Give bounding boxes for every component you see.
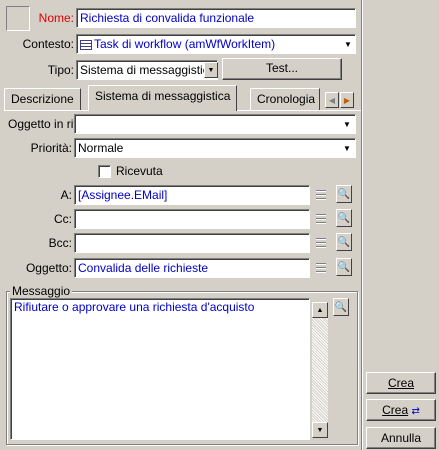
context-dropdown-arrow[interactable]: ▼ <box>342 36 354 52</box>
priority-dropdown[interactable]: Normale <box>74 138 356 158</box>
magnifier-icon: 🔍 <box>337 236 351 248</box>
record-icon-box <box>6 6 30 31</box>
cc-lookup-button[interactable]: 🔍 <box>336 209 352 227</box>
magnifier-icon: 🔍 <box>337 188 351 200</box>
message-textarea[interactable]: Rifiutare o approvare una richiesta d'ac… <box>10 298 310 440</box>
message-lookup-button[interactable]: 🔍 <box>333 298 349 316</box>
subject-field[interactable]: Convalida delle richieste <box>74 258 310 278</box>
cc-field[interactable] <box>74 209 310 229</box>
name-field[interactable]: Richiesta di convalida funzionale <box>76 8 356 28</box>
cancel-button[interactable]: Annulla <box>366 427 436 449</box>
bcc-label: Bcc: <box>48 236 72 250</box>
subject-label: Oggetto: <box>25 261 72 275</box>
to-field[interactable]: [Assignee.EMail] <box>74 185 310 205</box>
ref-object-label: Oggetto in rif.: <box>8 117 84 131</box>
tab-scroll-right-button[interactable]: ▶ <box>340 92 354 108</box>
cc-label: Cc: <box>54 212 72 226</box>
wizard-icon: ⇄ <box>411 406 420 417</box>
message-scroll-down-button[interactable]: ▼ <box>312 422 328 438</box>
action-button-panel: Crea Crea ⇄ Annulla <box>362 0 439 450</box>
main-panel: Nome: Richiesta di convalida funzionale … <box>0 0 362 450</box>
bcc-spinner[interactable] <box>314 234 328 252</box>
test-button[interactable]: Test... <box>222 58 342 80</box>
magnifier-icon: 🔍 <box>337 261 351 273</box>
bcc-lookup-button[interactable]: 🔍 <box>336 233 352 251</box>
context-dropdown[interactable]: Task di workflow (amWfWorkItem) <box>76 34 356 54</box>
context-label: Contesto: <box>22 37 74 51</box>
ref-object-dropdown[interactable] <box>74 114 356 134</box>
cc-spinner[interactable] <box>314 210 328 228</box>
create-button[interactable]: Crea <box>366 372 436 394</box>
message-scroll-up-button[interactable]: ▲ <box>312 302 328 318</box>
tab-sistema-di-messaggistica[interactable]: Sistema di messaggistica <box>88 85 238 111</box>
tab-descrizione[interactable]: Descrizione <box>4 88 81 110</box>
ref-object-dropdown-arrow[interactable]: ▼ <box>341 116 353 132</box>
receipt-label: Ricevuta <box>116 164 163 178</box>
workflow-action-window: Nome: Richiesta di convalida funzionale … <box>0 0 439 450</box>
message-scrollbar-track[interactable] <box>312 318 328 422</box>
message-group-title: Messaggio <box>10 284 73 298</box>
type-label: Tipo: <box>47 63 74 77</box>
name-label: Nome: <box>38 11 74 25</box>
magnifier-icon: 🔍 <box>334 301 348 313</box>
table-icon <box>80 39 92 50</box>
to-spinner[interactable] <box>314 186 328 204</box>
priority-dropdown-arrow[interactable]: ▼ <box>341 140 353 156</box>
create-wizard-button[interactable]: Crea ⇄ <box>366 399 436 421</box>
priority-label: Priorità: <box>30 141 72 155</box>
type-dropdown-arrow[interactable]: ▼ <box>204 62 218 78</box>
receipt-checkbox[interactable] <box>98 165 111 178</box>
to-label: A: <box>60 188 72 202</box>
bcc-field[interactable] <box>74 233 310 253</box>
tab-cronologia[interactable]: Cronologia <box>250 88 320 110</box>
tab-scroll-left-button[interactable]: ◀ <box>325 92 339 108</box>
type-dropdown[interactable]: Sistema di messaggistic <box>76 60 218 80</box>
context-value: Task di workflow (amWfWorkItem) <box>94 37 276 51</box>
subject-lookup-button[interactable]: 🔍 <box>336 258 352 276</box>
subject-spinner[interactable] <box>314 259 328 277</box>
to-lookup-button[interactable]: 🔍 <box>336 185 352 203</box>
magnifier-icon: 🔍 <box>337 212 351 224</box>
